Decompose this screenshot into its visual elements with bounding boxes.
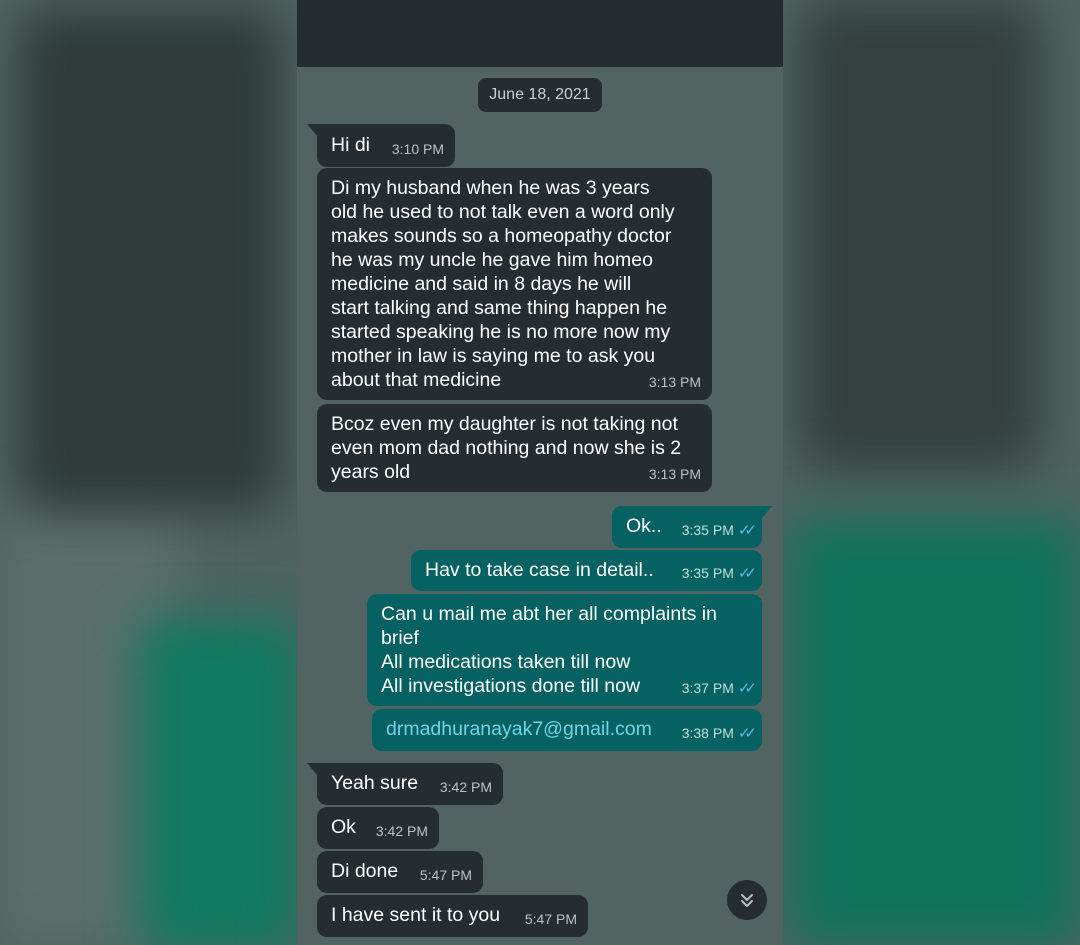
message-bubble-incoming[interactable]: Ok 3:42 PM: [317, 807, 439, 849]
background-blur-shape: [140, 620, 300, 945]
double-check-icon: ✓✓: [737, 679, 757, 697]
message-bubble-outgoing[interactable]: drmadhuranayak7@gmail.com 3:38 PM ✓✓: [372, 709, 762, 751]
date-chip: June 18, 2021: [478, 78, 602, 112]
message-bubble-outgoing[interactable]: Can u mail me abt her all complaints in …: [367, 594, 762, 706]
double-check-icon: ✓✓: [737, 724, 757, 742]
message-text: Can u mail me abt her all complaints in …: [381, 603, 717, 697]
message-time: 3:13 PM: [648, 374, 701, 390]
email-link[interactable]: drmadhuranayak7@gmail.com: [386, 718, 652, 740]
message-time: 5:47 PM: [419, 867, 472, 883]
message-meta: 3:37 PM ✓✓: [681, 676, 757, 700]
message-bubble-incoming[interactable]: Yeah sure 3:42 PM: [307, 763, 503, 805]
message-text: Di done: [331, 860, 399, 882]
message-time: 3:35 PM: [681, 565, 734, 581]
message-time: 3:42 PM: [375, 823, 428, 839]
message-meta: 3:35 PM ✓✓: [681, 561, 757, 585]
chat-header-bar: [297, 0, 783, 67]
message-bubble-incoming[interactable]: Di my husband when he was 3 years old he…: [317, 168, 712, 400]
message-text: Bcoz even my daughter is not taking not …: [331, 413, 682, 483]
message-text: Ok: [331, 816, 356, 838]
double-chevron-down-icon: [741, 894, 753, 907]
message-bubble-incoming[interactable]: I have sent it to you 5:47 PM: [317, 895, 588, 937]
message-time: 3:42 PM: [439, 779, 492, 795]
message-time: 3:13 PM: [648, 466, 701, 482]
chat-screen: June 18, 2021 Hi di 3:10 PM Di my husban…: [297, 0, 783, 945]
message-time: 3:38 PM: [681, 725, 734, 741]
double-check-icon: ✓✓: [737, 521, 757, 539]
background-blur-shape: [800, 0, 1040, 470]
message-bubble-incoming[interactable]: Hi di 3:10 PM: [307, 124, 455, 167]
message-bubble-outgoing[interactable]: Hav to take case in detail.. 3:35 PM ✓✓: [411, 550, 762, 591]
background-blur-shape: [20, 10, 280, 510]
message-text: Yeah sure: [331, 772, 419, 794]
message-time: 3:35 PM: [681, 522, 734, 538]
background-blur-shape: [790, 520, 1080, 945]
message-bubble-incoming[interactable]: Bcoz even my daughter is not taking not …: [317, 404, 712, 492]
message-time: 3:10 PM: [391, 141, 444, 157]
message-text: Di my husband when he was 3 years old he…: [331, 177, 675, 391]
message-text: Hav to take case in detail..: [425, 559, 654, 581]
message-time: 3:37 PM: [681, 680, 734, 696]
message-bubble-outgoing[interactable]: Ok.. 3:35 PM ✓✓: [612, 506, 772, 548]
message-text: Ok..: [626, 515, 662, 537]
message-meta: 3:38 PM ✓✓: [681, 721, 757, 745]
scroll-to-bottom-button[interactable]: [727, 880, 767, 920]
message-time: 5:47 PM: [524, 911, 577, 927]
message-text: Hi di: [331, 134, 371, 156]
message-bubble-incoming[interactable]: Di done 5:47 PM: [317, 851, 483, 893]
message-meta: 3:35 PM ✓✓: [681, 518, 757, 542]
message-text: I have sent it to you: [331, 904, 501, 926]
double-check-icon: ✓✓: [737, 564, 757, 582]
